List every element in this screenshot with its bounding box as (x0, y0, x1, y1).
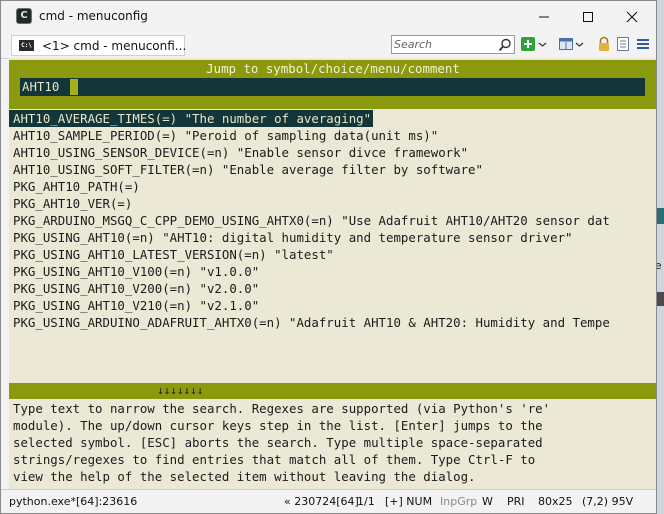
status-pid[interactable]: « 230724[64] (284, 495, 359, 508)
result-item[interactable]: AHT10_AVERAGE_TIMES(=) "The number of av… (9, 110, 374, 127)
result-item[interactable]: AHT10_USING_SOFT_FILTER(=n) "Enable aver… (9, 161, 483, 178)
result-item[interactable]: PKG_AHT10_VER(=) (9, 195, 132, 212)
close-button[interactable] (610, 1, 654, 33)
result-item[interactable]: PKG_USING_AHT10(=n) "AHT10: digital humi… (9, 229, 573, 246)
help-line: selected symbol. [ESC] aborts the search… (13, 435, 543, 450)
status-inpgrp[interactable]: InpGrp (440, 495, 477, 508)
window-title: cmd - menuconfig (39, 9, 148, 23)
status-bar: python.exe*[64]:23616 « 230724[64] 1/1 [… (1, 489, 656, 513)
help-line: Type text to narrow the search. Regexes … (13, 401, 551, 416)
result-item[interactable]: AHT10_USING_SENSOR_DEVICE(=n) "Enable se… (9, 144, 468, 161)
console-tab[interactable]: C:\ <1> cmd - menuconfi... (11, 35, 187, 56)
chevron-down-icon[interactable] (575, 36, 584, 52)
result-item[interactable]: PKG_AHT10_PATH(=) (9, 178, 140, 195)
result-item[interactable]: PKG_USING_AHT10_V210(=n) "v2.1.0" (9, 297, 259, 314)
dialog-title-bar: Jump to symbol/choice/menu/comment (9, 60, 656, 77)
status-cursor-position[interactable]: (7,2) 95V (582, 495, 633, 508)
status-process[interactable]: python.exe*[64]:23616 (9, 495, 137, 508)
result-item[interactable]: PKG_USING_AHT10_V200(=n) "v2.0.0" (9, 280, 259, 297)
lock-icon[interactable] (596, 36, 612, 52)
close-icon (626, 11, 638, 23)
maximize-icon (583, 12, 593, 22)
maximize-button[interactable] (566, 1, 610, 33)
status-mode[interactable]: [+] NUM (385, 495, 432, 508)
search-box[interactable] (391, 35, 515, 54)
result-item[interactable]: PKG_USING_AHT10_V100(=n) "v1.0.0" (9, 263, 259, 280)
help-line: strings/regexes to find entries that mat… (13, 452, 536, 467)
result-item[interactable]: PKG_ARDUINO_MSGQ_C_CPP_DEMO_USING_AHTX0(… (9, 212, 610, 229)
tab-label: <1> cmd - menuconfi... (42, 39, 187, 53)
search-icon[interactable] (498, 38, 512, 52)
title-bar[interactable]: C cmd - menuconfig (1, 1, 656, 33)
hamburger-menu-icon[interactable] (635, 36, 651, 52)
status-console-size[interactable]: 80x25 (538, 495, 573, 508)
document-icon[interactable] (615, 36, 631, 52)
app-icon[interactable]: C (16, 8, 32, 24)
status-w[interactable]: W (482, 495, 493, 508)
terminal-area[interactable]: Jump to symbol/choice/menu/comment AHT10… (9, 58, 656, 489)
search-field-value: AHT10 (22, 79, 60, 94)
dialog-title: Jump to symbol/choice/menu/comment (206, 61, 460, 76)
chevron-down-icon[interactable] (538, 36, 547, 52)
conemu-window: C cmd - menuconfig C:\ <1> cmd - menucon… (0, 0, 657, 514)
dialog-input-frame: AHT10 (9, 77, 656, 100)
result-item[interactable]: PKG_USING_AHT10_LATEST_VERSION(=n) "late… (9, 246, 334, 263)
result-item[interactable]: AHT10_SAMPLE_PERIOD(=) "Peroid of sampli… (9, 127, 438, 144)
result-item[interactable]: PKG_USING_ARDUINO_ADAFRUIT_AHTX0(=n) "Ad… (9, 314, 610, 331)
minimize-icon (539, 16, 549, 18)
plus-icon[interactable] (520, 36, 536, 52)
search-field[interactable]: AHT10 (20, 78, 645, 96)
scroll-indicator-bar: ↓↓↓↓↓↓↓ (9, 383, 656, 399)
results-list[interactable]: AHT10_AVERAGE_TIMES(=) "The number of av… (9, 110, 656, 382)
minimize-button[interactable] (522, 1, 566, 33)
search-input[interactable] (394, 37, 494, 52)
scroll-down-indicator: ↓↓↓↓↓↓↓ (157, 384, 204, 397)
status-priority[interactable]: PRI (507, 495, 525, 508)
help-line: view the help of the selected item witho… (13, 469, 476, 484)
split-window-icon[interactable] (558, 36, 574, 52)
text-cursor (70, 79, 78, 95)
help-text: Type text to narrow the search. Regexes … (9, 400, 656, 488)
help-line: module). The up/down cursor keys step in… (13, 418, 543, 433)
console-icon: C:\ (19, 40, 34, 51)
dialog-divider (9, 100, 656, 109)
status-page[interactable]: 1/1 (357, 495, 375, 508)
